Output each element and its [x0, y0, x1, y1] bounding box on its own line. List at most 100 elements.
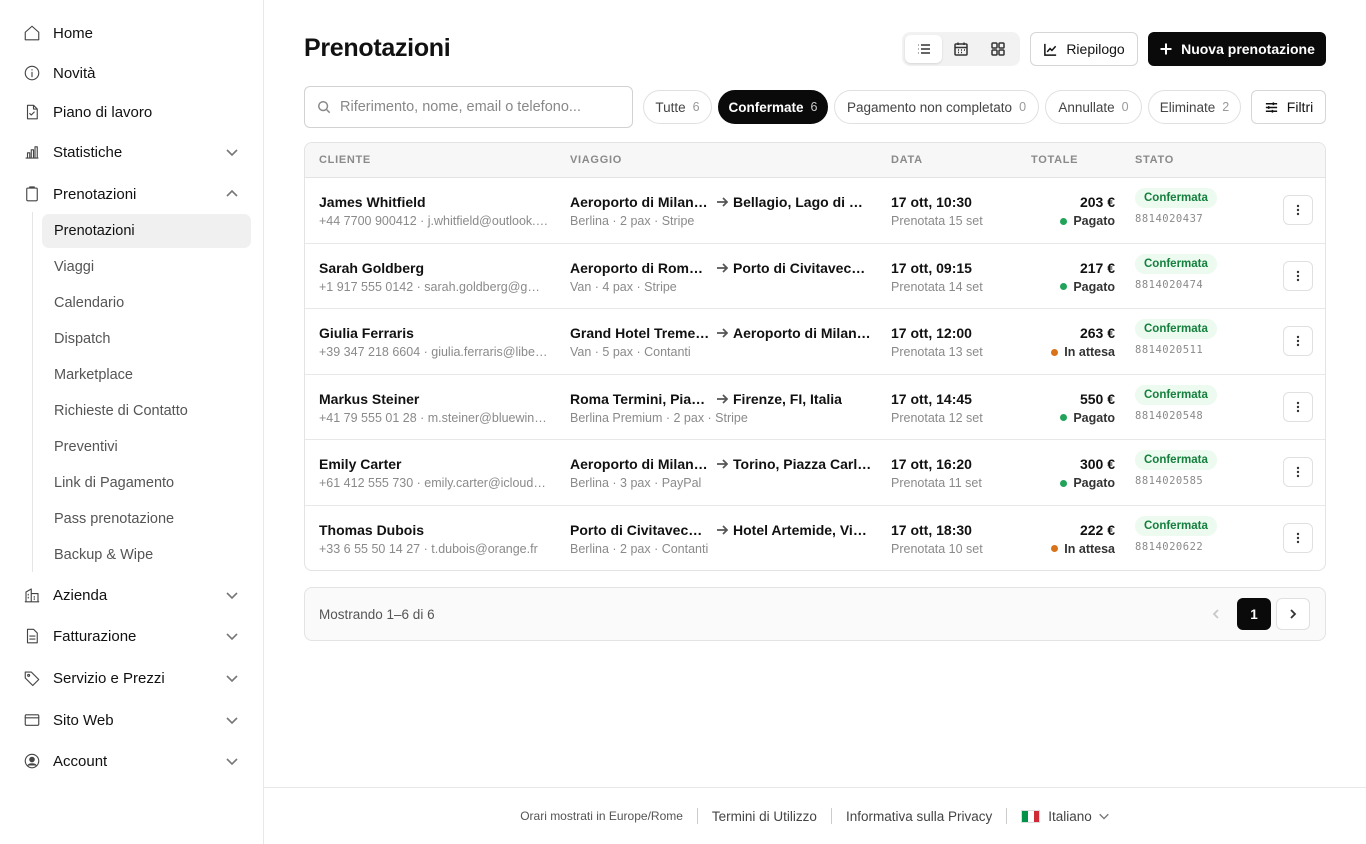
column-header-data[interactable]: DATA	[891, 154, 923, 166]
subitem-dispatch[interactable]: Dispatch	[42, 322, 251, 356]
subitem-pass-prenotazione[interactable]: Pass prenotazione	[42, 502, 251, 536]
next-page-button[interactable]	[1276, 598, 1310, 630]
subitem-richieste-contatto[interactable]: Richieste di Contatto	[42, 394, 251, 428]
trip-details: Van · 4 pax · Stripe	[570, 279, 677, 294]
footer: Orari mostrati in Europe/Rome Termini di…	[264, 787, 1366, 844]
filters-button[interactable]: Filtri	[1251, 90, 1326, 124]
sidebar-item-prenotazioni[interactable]: Prenotazioni	[22, 182, 241, 206]
row-actions-button[interactable]	[1283, 195, 1313, 225]
sidebar-item-piano-di-lavoro[interactable]: Piano di lavoro	[22, 100, 241, 124]
row-actions-button[interactable]	[1283, 522, 1313, 553]
chip-count: 6	[810, 100, 818, 114]
table-header: CLIENTE VIAGGIO DATA TOTALE STATO	[305, 143, 1325, 178]
row-actions-button[interactable]	[1283, 260, 1313, 291]
trip-date: 17 ott, 16:20	[891, 456, 972, 472]
list-view-button[interactable]	[905, 35, 942, 63]
table-row[interactable]: Giulia Ferraris +39 347 218 6604 · giuli…	[305, 309, 1325, 375]
table-row[interactable]: Emily Carter +61 412 555 730 · emily.car…	[305, 440, 1325, 506]
search-input[interactable]	[340, 99, 620, 115]
trip-destination: Torino, Piazza Carlo Felice	[733, 456, 873, 472]
trip-date: 17 ott, 12:00	[891, 325, 972, 341]
row-actions-button[interactable]	[1283, 457, 1313, 487]
privacy-link[interactable]: Informativa sulla Privacy	[846, 809, 992, 824]
more-vertical-icon	[1296, 401, 1300, 412]
table-row[interactable]: Sarah Goldberg +1 917 555 0142 · sarah.g…	[305, 244, 1325, 309]
trip-route: Porto di Civitavecchia Hotel Artemide, V…	[570, 522, 875, 538]
status-badge: Confermata	[1135, 188, 1217, 208]
terms-link[interactable]: Termini di Utilizzo	[712, 809, 817, 824]
trip-date: 17 ott, 18:30	[891, 521, 972, 538]
booked-date: Prenotata 14 set	[891, 279, 983, 294]
subitem-preventivi[interactable]: Preventivi	[42, 430, 251, 464]
subitem-prenotazioni[interactable]: Prenotazioni	[42, 214, 251, 248]
info-icon	[22, 63, 42, 83]
invoice-icon	[22, 626, 42, 646]
trip-details: Berlina · 2 pax · Stripe	[570, 214, 695, 228]
calendar-view-button[interactable]	[942, 35, 979, 63]
customer-name: Markus Steiner	[319, 390, 420, 407]
subitem-backup-wipe[interactable]: Backup & Wipe	[42, 538, 251, 572]
table-row[interactable]: James Whitfield +44 7700 900412 · j.whit…	[305, 178, 1325, 244]
status-badge: Confermata	[1135, 384, 1217, 405]
sidebar-item-home[interactable]: Home	[22, 21, 241, 45]
chevron-left-icon	[1212, 609, 1219, 619]
subitem-calendario[interactable]: Calendario	[42, 286, 251, 320]
trip-route: Grand Hotel Tremezzo Aeroporto di Milano…	[570, 325, 875, 341]
sidebar-item-label: Servizio e Prezzi	[53, 669, 165, 687]
sidebar-item-account[interactable]: Account	[22, 749, 241, 773]
new-booking-button[interactable]: Nuova prenotazione	[1148, 32, 1326, 66]
list-icon	[917, 44, 930, 54]
building-icon	[22, 585, 42, 605]
booking-reference: 8814020474	[1135, 278, 1204, 291]
grid-view-button[interactable]	[979, 35, 1016, 63]
more-vertical-icon	[1296, 335, 1300, 347]
document-icon	[22, 102, 42, 122]
payment-status-label: Pagato	[1073, 279, 1115, 294]
status-badge: Confermata	[1135, 319, 1217, 339]
row-actions-button[interactable]	[1283, 391, 1313, 422]
column-header-viaggio[interactable]: VIAGGIO	[570, 154, 622, 166]
payment-status: In attesa	[1015, 345, 1115, 359]
row-actions-button[interactable]	[1283, 326, 1313, 356]
page-1-button[interactable]: 1	[1237, 598, 1271, 630]
subitem-marketplace[interactable]: Marketplace	[42, 358, 251, 392]
chip-label: Confermate	[728, 99, 804, 115]
trip-destination: Bellagio, Lago di Como	[733, 194, 873, 210]
previous-page-button[interactable]	[1199, 598, 1233, 630]
sidebar-item-statistiche[interactable]: Statistiche	[22, 140, 241, 164]
home-icon	[22, 23, 42, 43]
chevron-down-icon	[225, 588, 239, 602]
column-header-stato[interactable]: STATO	[1135, 154, 1174, 166]
filter-chip-tutte[interactable]: Tutte 6	[643, 90, 712, 124]
filter-chip-annullate[interactable]: Annullate 0	[1045, 90, 1142, 124]
filter-chip-pagamento-non-completato[interactable]: Pagamento non completato 0	[834, 90, 1039, 124]
sidebar-item-novita[interactable]: Novità	[22, 61, 241, 85]
trip-route: Aeroporto di Roma Fiumicino Porto di Civ…	[570, 260, 875, 276]
subitem-viaggi[interactable]: Viaggi	[42, 250, 251, 284]
trip-date: 17 ott, 14:45	[891, 390, 972, 407]
sidebar-item-servizio-prezzi[interactable]: Servizio e Prezzi	[22, 666, 241, 690]
status-badge: Confermata	[1135, 515, 1217, 536]
trip-route: Aeroporto di Milano Malpensa Bellagio, L…	[570, 194, 875, 210]
sidebar-item-fatturazione[interactable]: Fatturazione	[22, 624, 241, 648]
sidebar-item-azienda[interactable]: Azienda	[22, 583, 241, 607]
language-selector[interactable]: Italiano	[1021, 809, 1110, 824]
table-row[interactable]: Thomas Dubois +33 6 55 50 14 27 · t.dubo…	[305, 506, 1325, 571]
chevron-down-icon	[225, 671, 239, 685]
subitem-link-pagamento[interactable]: Link di Pagamento	[42, 466, 251, 500]
summary-button[interactable]: Riepilogo	[1030, 32, 1138, 66]
booked-date: Prenotata 12 set	[891, 410, 983, 425]
chip-label: Annullate	[1058, 99, 1115, 115]
status-badge: Confermata	[1135, 253, 1217, 274]
column-header-cliente[interactable]: CLIENTE	[319, 154, 371, 166]
sidebar-item-sito-web[interactable]: Sito Web	[22, 708, 241, 732]
column-header-totale[interactable]: TOTALE	[1031, 154, 1078, 166]
sidebar: Home Novità Piano di lavoro Statistiche …	[0, 0, 264, 844]
filter-chip-confermate[interactable]: Confermate 6	[718, 90, 828, 124]
sidebar-item-label: Sito Web	[53, 711, 114, 729]
table-row[interactable]: Markus Steiner +41 79 555 01 28 · m.stei…	[305, 375, 1325, 440]
filter-chip-eliminate[interactable]: Eliminate 2	[1148, 90, 1241, 124]
customer-name: Sarah Goldberg	[319, 259, 425, 276]
sidebar-item-label: Prenotazioni	[53, 185, 137, 203]
payment-status: In attesa	[1015, 542, 1115, 556]
